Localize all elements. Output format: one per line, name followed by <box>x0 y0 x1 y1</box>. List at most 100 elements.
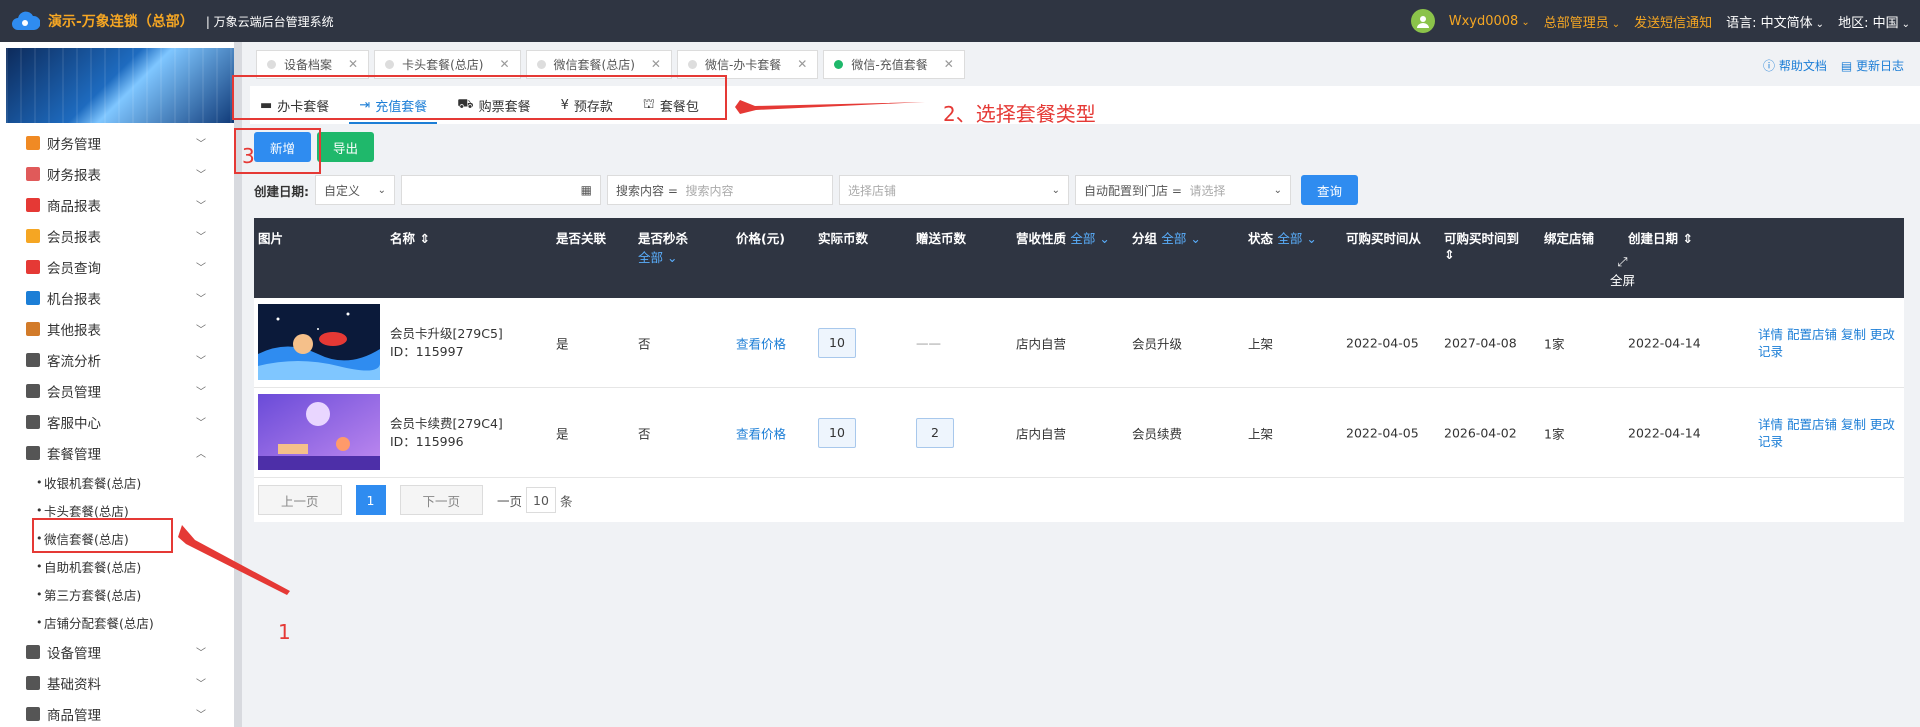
menu-item-icon <box>26 706 40 721</box>
sidebar-item-label: 商品报表 <box>47 198 101 215</box>
tab-4[interactable]: 微信-充值套餐 ✕ <box>823 49 965 79</box>
chevron-down-icon: ﹀ <box>196 387 206 398</box>
avatar[interactable] <box>1410 9 1435 33</box>
sidebar-subitem-4[interactable]: 第三方套餐(总店) <box>0 580 234 608</box>
tab-label: 微信-充值套餐 <box>851 57 928 72</box>
help-docs-link[interactable]: ⓘ 帮助文档 <box>1763 57 1827 74</box>
tab-status-dot <box>536 59 546 69</box>
close-icon[interactable]: ✕ <box>348 57 358 71</box>
actual-coins[interactable]: 10 <box>818 327 856 358</box>
date-mode-select[interactable]: 自定义 ⌄ <box>315 175 395 205</box>
sidebar-item-label: 会员报表 <box>47 229 101 246</box>
date-range-input[interactable]: ▦ <box>401 175 601 205</box>
table-row: 会员卡续费[279C4] ID：115996 是 否 查看价格 10 2 店内自营 会员续费 上架… <box>254 388 1904 478</box>
revenue-value: 店内自营 <box>1016 336 1067 351</box>
help-links: ⓘ 帮助文档 ▤ 更新日志 <box>1763 57 1904 74</box>
group-filter[interactable]: 全部 ⌄ <box>1161 231 1200 246</box>
sidebar-item-items10[interactable]: 套餐管理 ︿ <box>0 437 234 468</box>
query-button[interactable]: 查询 <box>1301 175 1359 205</box>
chevron-down-icon: ﹀ <box>196 294 206 305</box>
sidebar-item-label: 财务报表 <box>47 167 101 184</box>
menu-item-icon <box>26 166 40 181</box>
sidebar-item-label: 财务管理 <box>47 136 101 153</box>
sidebar-item-label: 会员查询 <box>47 260 101 277</box>
store-count: 1家 <box>1544 336 1565 351</box>
sidebar-item-items9[interactable]: 客服中心 ﹀ <box>0 406 234 437</box>
auto-assign-select[interactable]: 自动配置到门店 = 请选择 ⌄ <box>1075 175 1291 205</box>
tab-status-dot <box>687 59 697 69</box>
user-menu[interactable]: Wxyd0008 ⌄ <box>1449 14 1530 29</box>
app-subtitle: | 万象云端后台管理系统 <box>205 14 334 29</box>
sidebar-item-items3[interactable]: 会员报表 ﹀ <box>0 220 234 251</box>
store-select[interactable]: 选择店铺 ⌄ <box>839 175 1069 205</box>
next-page-button[interactable]: 下一页 <box>399 485 484 515</box>
package-image <box>258 304 380 380</box>
sidebar-item-bottom_items2[interactable]: 商品管理 ﹀ <box>0 698 234 727</box>
col-image: 图片 <box>258 231 284 246</box>
col-price: 价格(元) <box>736 231 785 246</box>
chevron-down-icon: ⌄ <box>1901 18 1910 30</box>
sidebar-item-items8[interactable]: 会员管理 ﹀ <box>0 375 234 406</box>
changelog-link[interactable]: ▤ 更新日志 <box>1841 57 1904 74</box>
chevron-down-icon: ﹀ <box>196 418 206 429</box>
row-actions[interactable]: 详情 配置店铺 复制 更改记录 <box>1758 326 1904 360</box>
page-size-input[interactable]: 10 <box>526 487 556 513</box>
close-icon[interactable]: ✕ <box>499 57 509 71</box>
col-flash: 是否秒杀 全部 ⌄ <box>638 231 689 265</box>
sidebar-item-items5[interactable]: 机台报表 ﹀ <box>0 282 234 313</box>
flash-value: 否 <box>638 336 651 351</box>
col-to[interactable]: 可购买时间到 ⇕ <box>1444 228 1519 262</box>
export-button[interactable]: 导出 <box>317 132 375 162</box>
menu-item-icon <box>26 321 40 336</box>
sidebar-item-items0[interactable]: 财务管理 ﹀ <box>0 127 234 158</box>
close-icon[interactable]: ✕ <box>651 57 661 71</box>
expand-icon: ⤢ <box>1617 254 1628 269</box>
current-page[interactable]: 1 <box>355 485 386 515</box>
col-coins: 实际币数 <box>818 231 869 246</box>
col-name[interactable]: 名称 ⇕ <box>390 228 430 247</box>
row-actions[interactable]: 详情 配置店铺 复制 更改记录 <box>1758 416 1904 450</box>
sidebar-item-bottom_items1[interactable]: 基础资料 ﹀ <box>0 667 234 698</box>
group-value: 会员升级 <box>1132 336 1183 351</box>
chevron-down-icon: ﹀ <box>196 679 206 690</box>
linked-value: 是 <box>556 426 569 441</box>
package-name: 会员卡升级[279C5] ID：115997 <box>390 325 503 359</box>
view-price-link[interactable]: 查看价格 <box>736 333 786 352</box>
sidebar-item-items1[interactable]: 财务报表 ﹀ <box>0 158 234 189</box>
view-price-link[interactable]: 查看价格 <box>736 423 786 442</box>
sidebar-subitem-5[interactable]: 店铺分配套餐(总店) <box>0 608 234 636</box>
chevron-down-icon: ﹀ <box>196 232 206 243</box>
sidebar-menu: 财务管理 ﹀ 财务报表 ﹀ 商品报表 ﹀ 会员报表 ﹀ 会员查询 ﹀ 机台报表 ﹀ 其他报表 ﹀ 客流分析 ﹀… <box>0 127 234 727</box>
region-selector[interactable]: 地区: 中国 ⌄ <box>1838 12 1910 31</box>
actual-coins[interactable]: 10 <box>818 417 856 448</box>
sidebar-subitem-3[interactable]: 自助机套餐(总店) <box>0 552 234 580</box>
package-image <box>258 394 380 470</box>
chevron-down-icon: ﹀ <box>196 325 206 336</box>
sidebar-item-items2[interactable]: 商品报表 ﹀ <box>0 189 234 220</box>
gift-coins[interactable]: 2 <box>916 417 954 448</box>
language-selector[interactable]: 语言: 中文简体 ⌄ <box>1726 12 1824 31</box>
flash-filter[interactable]: 全部 ⌄ <box>638 250 677 265</box>
sidebar-item-bottom_items0[interactable]: 设备管理 ﹀ <box>0 636 234 667</box>
tab-status-dot <box>385 59 395 69</box>
col-created[interactable]: 创建日期 ⇕ <box>1628 228 1693 247</box>
sidebar-item-items6[interactable]: 其他报表 ﹀ <box>0 313 234 344</box>
sidebar-item-label: 设备管理 <box>47 645 101 662</box>
revenue-filter[interactable]: 全部 ⌄ <box>1070 231 1109 246</box>
status-value: 上架 <box>1248 426 1274 441</box>
close-icon[interactable]: ✕ <box>944 57 954 71</box>
close-icon[interactable]: ✕ <box>797 57 807 71</box>
sidebar-subitem-0[interactable]: 收银机套餐(总店) <box>0 468 234 496</box>
menu-item-icon <box>26 445 40 460</box>
prev-page-button[interactable]: 上一页 <box>258 485 342 515</box>
status-filter[interactable]: 全部 ⌄ <box>1277 231 1316 246</box>
calendar-icon: ▦ <box>580 183 592 197</box>
role-menu[interactable]: 总部管理员 ⌄ <box>1544 12 1620 31</box>
fullscreen-button[interactable]: ⤢ 全屏 <box>1610 254 1635 289</box>
search-input[interactable]: 搜索内容 = 搜索内容 <box>607 175 833 205</box>
sms-notify-link[interactable]: 发送短信通知 <box>1634 12 1712 31</box>
chevron-down-icon: ﹀ <box>196 139 206 150</box>
sidebar-item-items7[interactable]: 客流分析 ﹀ <box>0 344 234 375</box>
sidebar-item-label: 机台报表 <box>47 291 101 308</box>
sidebar-item-items4[interactable]: 会员查询 ﹀ <box>0 251 234 282</box>
